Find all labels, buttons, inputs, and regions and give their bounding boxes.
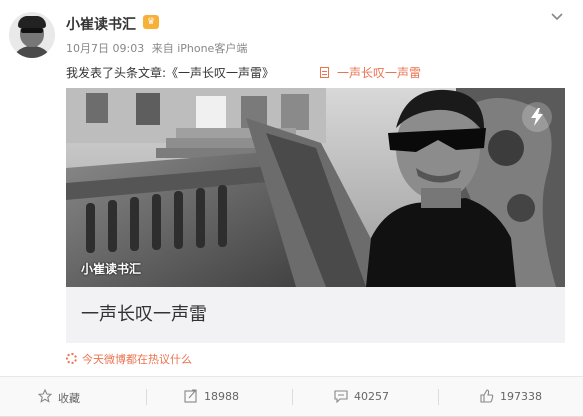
comment-count: 40257 [354,390,389,403]
cover-watermark: 小崔读书汇 [81,262,142,276]
avatar-hair [18,16,46,28]
star-icon [38,389,52,403]
action-toolbar: 收藏 18988 40257 197338 [0,376,583,417]
article-card[interactable]: 小崔读书汇 一声长叹一声雷 [66,88,565,343]
avatar-shoulders [11,46,53,58]
article-cover-image[interactable]: 小崔读书汇 [66,88,565,287]
hot-topic-link[interactable]: 今天微博都在热议什么 [66,351,192,367]
like-button[interactable]: 197338 [438,377,583,417]
comment-icon [334,390,348,403]
lightning-icon [522,102,552,132]
article-link[interactable]: 一声长叹一声雷 [320,64,421,81]
favorite-button[interactable]: 收藏 [0,377,146,417]
article-title[interactable]: 一声长叹一声雷 [81,300,207,326]
article-doc-icon [320,67,329,78]
favorite-label: 收藏 [58,392,80,405]
like-count: 197338 [500,390,542,403]
member-crown-icon[interactable]: ♛ [143,15,159,29]
weibo-post: 小崔读书汇 ♛ 10月7日 09:03 来自 iPhone客户端 我发表了头条文… [0,0,583,417]
author-name[interactable]: 小崔读书汇 [66,14,136,34]
thumbs-up-icon [480,389,494,403]
hot-topic-icon [66,353,77,364]
post-time[interactable]: 10月7日 09:03 [66,42,144,55]
comment-button[interactable]: 40257 [292,377,438,417]
hot-topic-label: 今天微博都在热议什么 [82,353,192,366]
share-button[interactable]: 18988 [146,377,292,417]
post-meta: 10月7日 09:03 来自 iPhone客户端 [66,40,251,56]
chevron-down-icon[interactable] [549,8,565,24]
article-link-label: 一声长叹一声雷 [337,66,422,80]
cover-photo [66,88,565,287]
post-source: 来自 iPhone客户端 [151,42,248,55]
avatar-glasses [21,28,43,33]
post-text: 我发表了头条文章:《一声长叹一声雷》 [66,66,275,80]
avatar[interactable] [9,12,55,58]
share-count: 18988 [204,390,239,403]
share-icon [184,389,197,403]
